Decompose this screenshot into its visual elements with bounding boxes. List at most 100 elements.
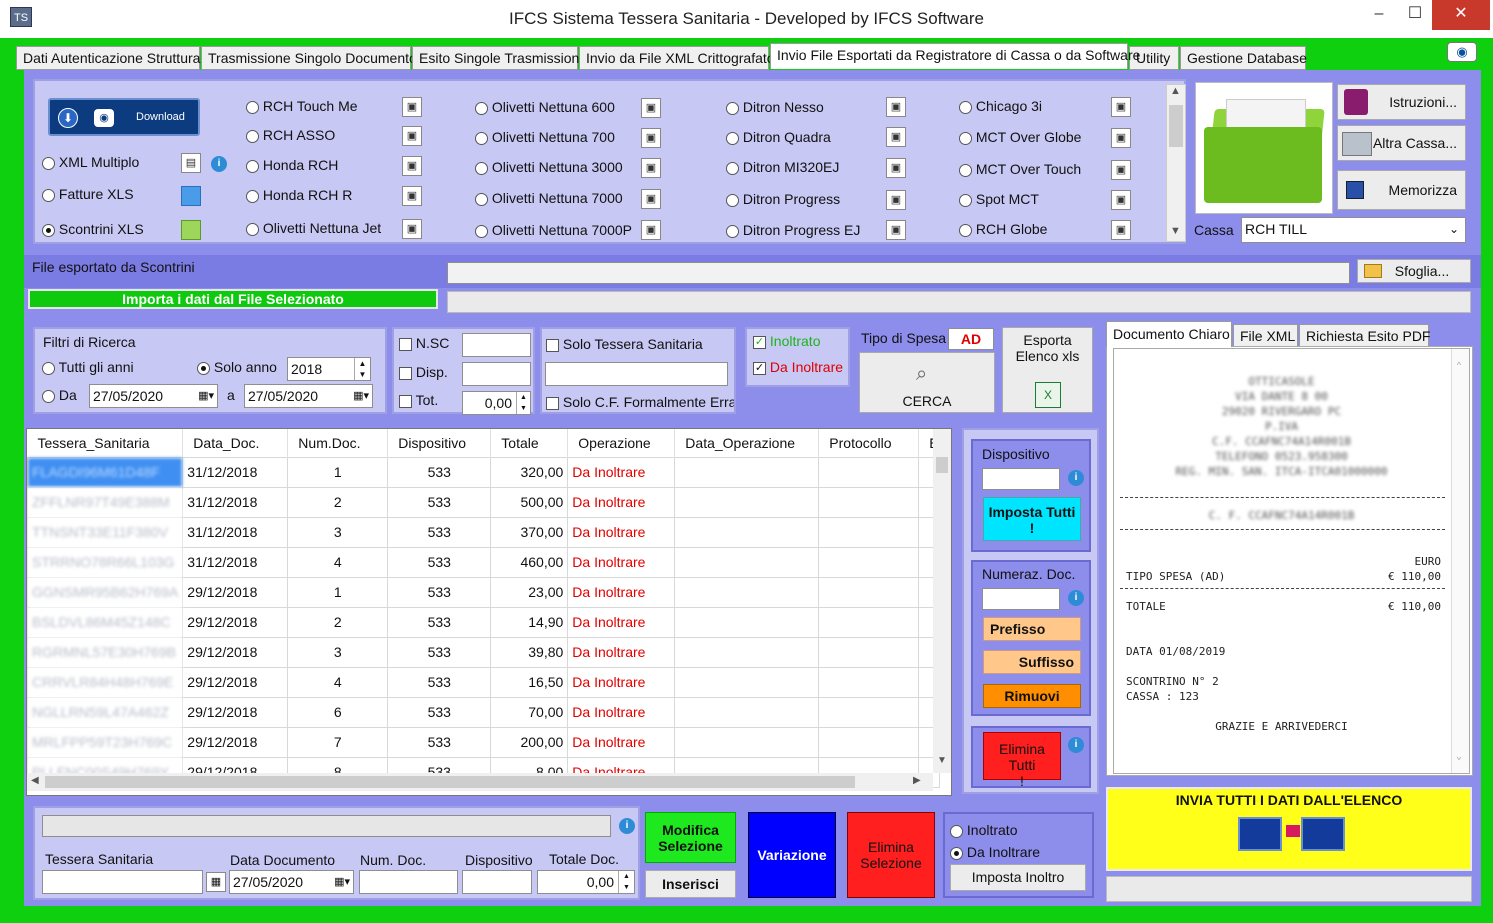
source-xml-multiplo[interactable]: XML Multiplo xyxy=(42,154,139,170)
esporta-button[interactable]: Esporta Elenco xls X xyxy=(1002,327,1093,413)
tessera-filter-input[interactable] xyxy=(545,362,728,386)
close-button[interactable]: ✕ xyxy=(1432,0,1490,30)
tab-documento-chiaro[interactable]: Documento Chiaro xyxy=(1106,321,1232,347)
nsc-input[interactable] xyxy=(462,333,531,357)
table-cell[interactable]: 460,00 xyxy=(490,546,569,578)
table-cell[interactable] xyxy=(818,456,920,488)
solo-cf-checkbox[interactable]: Solo C.F. Formalmente Errati xyxy=(546,394,734,410)
radio-ditron-progress[interactable]: Ditron Progress xyxy=(726,191,840,207)
bottom-tessera-input[interactable] xyxy=(42,870,203,894)
tot-input[interactable]: 0,00 ▲ ▼ xyxy=(462,391,531,415)
table-cell[interactable]: 16,50 xyxy=(490,666,569,698)
table-cell[interactable]: Da Inoltrare xyxy=(567,726,676,758)
radio-olivetti-700[interactable]: Olivetti Nettuna 700 xyxy=(475,129,615,145)
table-cell[interactable]: Da Inoltrare xyxy=(567,486,676,518)
table-cell[interactable]: Da Inoltrare xyxy=(567,606,676,638)
table-row[interactable]: FLAGDI96M61D48F 31/12/2018 1 533 320,00 Da In… xyxy=(27,456,940,488)
disp-input[interactable] xyxy=(462,362,531,386)
bottom-numdoc-input[interactable] xyxy=(359,870,458,894)
table-cell[interactable]: 200,00 xyxy=(490,726,569,758)
table-cell[interactable]: 29/12/2018 xyxy=(182,666,289,698)
grid-scroll-thumb[interactable] xyxy=(936,457,948,473)
bottom-data-picker[interactable]: 27/05/2020 ▦▾ xyxy=(229,870,354,894)
table-cell[interactable]: 29/12/2018 xyxy=(182,726,289,758)
table-cell[interactable]: BSLDVL86M45Z148C xyxy=(27,606,184,638)
table-cell[interactable]: 3 xyxy=(287,516,389,548)
bottom-dispositivo-input[interactable] xyxy=(462,870,532,894)
invia-tutti-button[interactable]: INVIA TUTTI I DATI DALL'ELENCO xyxy=(1106,787,1472,871)
anno-input[interactable]: 2018 ▲ ▼ xyxy=(287,357,371,381)
table-cell[interactable]: 533 xyxy=(387,546,492,578)
inserisci-button[interactable]: Inserisci xyxy=(645,870,736,898)
table-cell[interactable]: 533 xyxy=(387,726,492,758)
rimuovi-button[interactable]: Rimuovi xyxy=(983,684,1081,708)
radio-ditron-progress-ej[interactable]: Ditron Progress EJ xyxy=(726,222,860,238)
col-protocollo[interactable]: Protocollo xyxy=(818,429,920,457)
radio-ditron-quadra[interactable]: Ditron Quadra xyxy=(726,129,831,145)
table-cell[interactable]: 29/12/2018 xyxy=(182,576,289,608)
radio-tutti-anni[interactable]: Tutti gli anni xyxy=(42,359,134,375)
table-row[interactable]: STRRNO78R66L103G 31/12/2018 4 533 460,00 Da I… xyxy=(27,546,940,578)
scroll-down-icon[interactable]: ▼ xyxy=(1170,225,1181,237)
table-cell[interactable]: 533 xyxy=(387,696,492,728)
table-cell[interactable]: 31/12/2018 xyxy=(182,486,289,518)
table-cell[interactable]: Da Inoltrare xyxy=(567,516,676,548)
imposta-inoltro-button[interactable]: Imposta Inoltro xyxy=(950,864,1086,891)
table-cell[interactable] xyxy=(818,636,920,668)
table-cell[interactable]: CRRVLR84H48H769E xyxy=(27,666,184,698)
table-cell[interactable]: 533 xyxy=(387,486,492,518)
sfoglia-button[interactable]: Sfoglia... xyxy=(1357,259,1471,283)
radio-mct-over-touch[interactable]: MCT Over Touch xyxy=(959,161,1081,177)
table-cell[interactable]: Da Inoltrare xyxy=(567,636,676,668)
table-row[interactable]: BSLDVL86M45Z148C 29/12/2018 2 533 14,90 Da In… xyxy=(27,606,940,638)
table-cell[interactable]: 533 xyxy=(387,576,492,608)
istruzioni-button[interactable]: Istruzioni... xyxy=(1337,84,1466,120)
table-cell[interactable]: 6 xyxy=(287,696,389,728)
source-scontrini-xls[interactable]: Scontrini XLS xyxy=(42,221,144,237)
radio-da[interactable]: Da xyxy=(42,387,77,403)
prefisso-button[interactable]: Prefisso xyxy=(983,617,1081,641)
data-a-picker[interactable]: 27/05/2020 ▦▾ xyxy=(244,384,373,408)
table-cell[interactable]: 31/12/2018 xyxy=(182,456,289,488)
table-cell[interactable]: 39,80 xyxy=(490,636,569,668)
bottom-totale-input[interactable]: 0,00 ▲ ▼ xyxy=(537,870,635,894)
data-grid[interactable]: Tessera_Sanitaria Data_Doc. Num.Doc. Dis… xyxy=(26,428,952,796)
radio-olivetti-3000[interactable]: Olivetti Nettuna 3000 xyxy=(475,159,623,175)
table-cell[interactable]: NGLLRN59L47A462Z xyxy=(27,696,184,728)
radio-rch-touch-me[interactable]: RCH Touch Me xyxy=(246,98,358,114)
table-cell[interactable]: Da Inoltrare xyxy=(567,666,676,698)
grid-h-thumb[interactable] xyxy=(45,776,855,788)
bottom-inoltrato-radio[interactable]: Inoltrato xyxy=(950,822,1017,838)
table-row[interactable]: ZFFLNR97T49E388M 31/12/2018 2 533 500,00 Da I… xyxy=(27,486,940,518)
bottom-da-inoltrare-radio[interactable]: Da Inoltrare xyxy=(950,844,1040,860)
table-cell[interactable]: 4 xyxy=(287,666,389,698)
table-row[interactable]: TTNSNT33E11F380V 31/12/2018 3 533 370,00 Da I… xyxy=(27,516,940,548)
table-cell[interactable]: 3 xyxy=(287,636,389,668)
scroll-down-icon[interactable]: ▼ xyxy=(937,755,947,766)
disp-checkbox[interactable]: Disp. xyxy=(399,364,448,380)
col-totale[interactable]: Totale xyxy=(490,429,569,457)
table-cell[interactable]: 533 xyxy=(387,666,492,698)
scroll-up-icon[interactable]: ▲ xyxy=(1170,85,1181,97)
info-icon[interactable]: i xyxy=(1068,590,1084,606)
table-cell[interactable] xyxy=(674,726,820,758)
table-cell[interactable] xyxy=(674,576,820,608)
table-cell[interactable]: 533 xyxy=(387,456,492,488)
radio-olivetti-600[interactable]: Olivetti Nettuna 600 xyxy=(475,99,615,115)
modifica-selezione-button[interactable]: Modifica Selezione xyxy=(645,812,736,863)
radio-spot-mct[interactable]: Spot MCT xyxy=(959,191,1039,207)
radio-olivetti-7000[interactable]: Olivetti Nettuna 7000 xyxy=(475,190,623,206)
table-cell[interactable]: 29/12/2018 xyxy=(182,606,289,638)
nsc-checkbox[interactable]: N.SC xyxy=(399,335,449,351)
table-cell[interactable]: TTNSNT33E11F380V xyxy=(27,516,184,548)
table-cell[interactable] xyxy=(818,546,920,578)
table-cell[interactable]: Da Inoltrare xyxy=(567,696,676,728)
info-icon[interactable]: i xyxy=(1068,737,1084,753)
col-operazione[interactable]: Operazione xyxy=(567,429,676,457)
side-dispositivo-input[interactable] xyxy=(982,468,1060,490)
file-path-input[interactable] xyxy=(447,262,1350,284)
table-row[interactable]: RGRMNL57E30H769B 29/12/2018 3 533 39,80 Da In… xyxy=(27,636,940,668)
table-row[interactable]: NGLLRN59L47A462Z 29/12/2018 6 533 70,00 Da In… xyxy=(27,696,940,728)
da-inoltrare-checkbox[interactable]: ✓ Da Inoltrare xyxy=(753,359,843,375)
sources-scrollbar[interactable]: ▲ ▼ xyxy=(1166,84,1186,242)
